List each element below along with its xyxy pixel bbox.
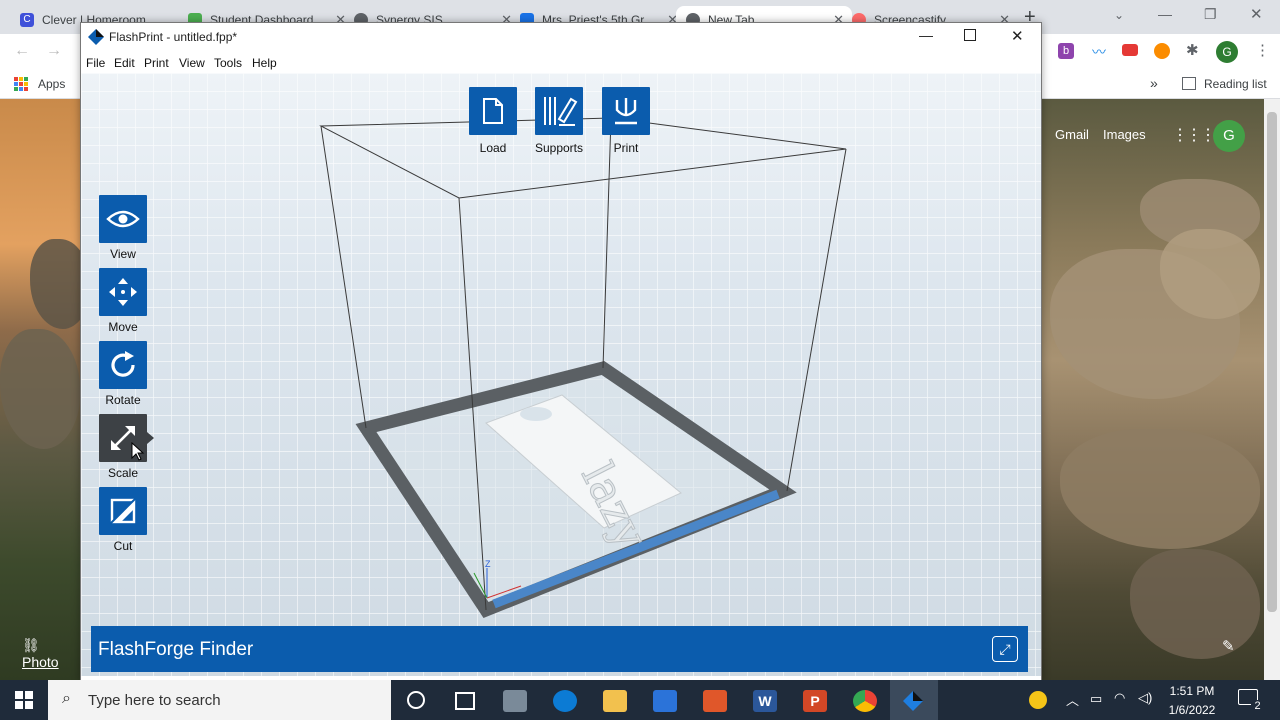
eye-icon [106,210,140,228]
extension-orange-icon[interactable] [1154,43,1170,59]
3d-viewport[interactable]: lazy Z Load Supports Print View Move Rot… [81,73,1041,676]
load-file-icon [483,98,503,124]
wallpaper-left: ⛓ Photo [0,99,90,680]
printer-name: FlashForge Finder [98,639,254,660]
load-label: Load [479,141,507,155]
supports-button[interactable] [535,87,583,135]
microsoft-store-icon[interactable] [653,690,677,712]
forward-arrow-icon[interactable]: → [46,42,62,60]
axis-z-label: Z [485,559,491,569]
cut-tool-button[interactable] [99,487,147,535]
photo-credit-link[interactable]: ⛓ Photo [22,637,80,670]
ntp-avatar[interactable]: G [1213,120,1245,152]
mouse-cursor-icon [131,442,145,461]
view-tool-label: View [110,247,136,261]
flashprint-logo-icon [88,29,104,45]
menu-bar: File Edit Print View Tools Help [81,51,1041,73]
restore-icon[interactable]: ❐ [1204,6,1217,23]
extensions-puzzle-icon[interactable]: ✱ [1186,41,1199,59]
close-icon[interactable]: ✕ [1011,27,1024,45]
move-arrows-icon [109,278,137,306]
supports-label: Supports [534,141,584,155]
printer-status-bar: FlashForge Finder ⤢ [91,626,1028,672]
taskbar-search-box[interactable]: ⌕ Type here to search [48,680,391,720]
rotate-tool-label: Rotate [105,393,141,407]
images-link[interactable]: Images [1103,127,1146,142]
clock-time[interactable]: 1:51 PM [1162,684,1222,698]
minimize-icon[interactable]: — [1158,6,1172,22]
clock-date[interactable]: 1/6/2022 [1162,703,1222,717]
cortana-icon[interactable] [407,691,425,709]
flashprint-window: FlashPrint - untitled.fpp* — ✕ File Edit… [80,22,1042,682]
apps-grid-icon [14,77,28,91]
customize-pencil-icon[interactable]: ✎ [1222,637,1235,655]
extension-b-icon[interactable]: b [1058,43,1074,59]
google-apps-icon[interactable]: ⋮⋮⋮ [1172,125,1216,145]
supports-icon [544,97,578,126]
flashprint-taskbar-icon [903,691,923,711]
move-tool-button[interactable] [99,268,147,316]
active-tool-indicator [147,432,154,444]
print-button[interactable] [602,87,650,135]
file-explorer-icon[interactable] [603,690,627,712]
maximize-icon[interactable] [964,29,976,41]
battery-icon[interactable]: ▭ [1090,691,1102,707]
menu-help[interactable]: Help [252,56,277,70]
menu-view[interactable]: View [179,56,205,70]
powerpoint-icon[interactable]: P [803,690,827,712]
word-icon[interactable]: W [753,690,777,712]
rotate-tool-button[interactable] [99,341,147,389]
task-view-icon[interactable] [455,692,475,710]
search-placeholder: Type here to search [88,692,221,709]
window-titlebar: FlashPrint - untitled.fpp* — ✕ [81,23,1041,51]
clever-icon: C [20,13,34,27]
extension-wave-icon[interactable]: 〰 [1092,42,1106,62]
menu-tools[interactable]: Tools [214,56,242,70]
reading-list-icon [1182,77,1196,90]
build-volume-scene[interactable]: lazy Z [81,73,1041,676]
scale-tool-label: Scale [107,466,139,480]
print-label: Print [613,141,639,155]
view-tool-button[interactable] [99,195,147,243]
scrollbar-thumb[interactable] [1267,112,1277,612]
menu-edit[interactable]: Edit [114,56,135,70]
gmail-link[interactable]: Gmail [1055,127,1089,142]
edge-browser-icon[interactable] [553,690,577,712]
wallpaper-right: Gmail Images ⋮⋮⋮ G ✎ [1040,99,1264,680]
move-tool-label: Move [108,320,138,334]
file-manager-icon[interactable] [503,690,527,712]
rotate-icon [111,351,135,377]
printer-connect-icon[interactable]: ⤢ [992,636,1018,662]
cut-icon [109,497,137,525]
print-icon [615,98,637,125]
keychain-hole [520,407,552,421]
reading-list-button[interactable]: Reading list [1204,77,1267,91]
bookmarks-overflow[interactable]: » [1150,75,1158,91]
menu-print[interactable]: Print [144,56,169,70]
flashprint-taskbar-active[interactable] [890,680,938,720]
volume-icon[interactable]: ◁) [1138,690,1152,706]
notification-count-badge: 2 [1251,700,1264,713]
minimize-icon[interactable]: — [919,27,933,43]
profile-avatar[interactable]: G [1216,41,1238,63]
search-icon: ⌕ [62,690,71,707]
kebab-menu-icon[interactable]: ⋮ [1255,41,1270,59]
apps-bookmark[interactable]: Apps [38,77,65,91]
windows-start-icon[interactable] [15,691,33,709]
cut-tool-label: Cut [113,539,133,553]
menu-file[interactable]: File [86,56,105,70]
youtube-icon[interactable] [1122,44,1138,56]
tray-chevron-icon[interactable]: ︿ [1066,690,1079,709]
load-button[interactable] [469,87,517,135]
chrome-taskbar-icon[interactable] [853,690,877,712]
tab-search-icon[interactable]: ⌄ [1114,8,1124,22]
wifi-icon[interactable]: ◠ [1114,690,1125,706]
back-arrow-icon[interactable]: ← [14,42,30,60]
media-player-icon[interactable] [703,690,727,712]
window-title: FlashPrint - untitled.fpp* [109,30,238,44]
weather-icon[interactable] [1029,691,1047,709]
close-window-icon[interactable]: ✕ [1250,5,1263,23]
